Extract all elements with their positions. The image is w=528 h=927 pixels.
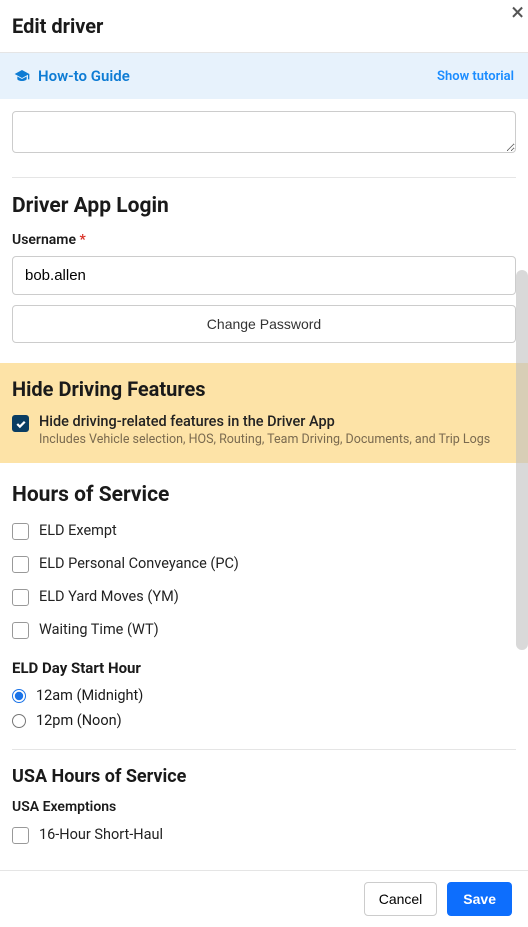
close-icon[interactable]: × — [511, 0, 524, 24]
short-haul-row: 16-Hour Short-Haul — [12, 825, 516, 844]
form-content: Driver App Login Username * Change Passw… — [0, 99, 528, 911]
usa-section-title: USA Hours of Service — [12, 766, 516, 787]
usa-exemptions-label: USA Exemptions — [12, 799, 516, 815]
radio-12pm-label: 12pm (Noon) — [36, 712, 122, 729]
graduation-cap-icon — [14, 68, 30, 84]
change-password-button[interactable]: Change Password — [12, 305, 516, 343]
cancel-button[interactable]: Cancel — [364, 882, 438, 916]
eld-ym-label: ELD Yard Moves (YM) — [39, 588, 179, 605]
eld-ym-checkbox[interactable] — [12, 589, 29, 606]
notes-textarea[interactable] — [12, 111, 516, 153]
waiting-time-checkbox[interactable] — [12, 622, 29, 639]
hide-features-checkbox[interactable] — [12, 415, 29, 432]
eld-pc-label: ELD Personal Conveyance (PC) — [39, 555, 239, 572]
radio-12am-label: 12am (Midnight) — [36, 687, 143, 704]
waiting-time-label: Waiting Time (WT) — [39, 621, 159, 638]
usa-options-list: 16-Hour Short-Haul — [12, 825, 516, 844]
eld-ym-row: ELD Yard Moves (YM) — [12, 587, 516, 606]
username-label: Username * — [12, 232, 516, 248]
eld-pc-checkbox[interactable] — [12, 556, 29, 573]
divider — [12, 177, 516, 178]
short-haul-checkbox[interactable] — [12, 827, 29, 844]
waiting-time-row: Waiting Time (WT) — [12, 620, 516, 639]
how-to-banner: How-to Guide Show tutorial — [0, 53, 528, 99]
modal-header: Edit driver × — [0, 0, 528, 53]
hide-features-body: Hide driving-related features in the Dri… — [39, 413, 490, 447]
modal-footer: Cancel Save — [0, 870, 528, 927]
eld-exempt-label: ELD Exempt — [39, 522, 117, 539]
save-button[interactable]: Save — [447, 882, 512, 916]
login-section-title: Driver App Login — [12, 194, 516, 218]
day-start-radio-list: 12am (Midnight) 12pm (Noon) — [12, 687, 516, 729]
hos-section-title: Hours of Service — [12, 483, 516, 507]
hide-features-label: Hide driving-related features in the Dri… — [39, 413, 490, 430]
banner-title: How-to Guide — [38, 67, 130, 85]
hide-features-sublabel: Includes Vehicle selection, HOS, Routing… — [39, 432, 490, 447]
divider — [12, 749, 516, 750]
eld-pc-row: ELD Personal Conveyance (PC) — [12, 554, 516, 573]
radio-12pm[interactable] — [12, 714, 26, 728]
day-start-heading: ELD Day Start Hour — [12, 659, 516, 677]
username-input[interactable] — [12, 256, 516, 295]
radio-12am-row: 12am (Midnight) — [12, 687, 516, 704]
banner-left: How-to Guide — [14, 67, 130, 85]
eld-exempt-row: ELD Exempt — [12, 521, 516, 540]
username-label-text: Username — [12, 232, 76, 248]
hide-features-title: Hide Driving Features — [12, 377, 516, 401]
show-tutorial-link[interactable]: Show tutorial — [437, 69, 514, 84]
eld-exempt-checkbox[interactable] — [12, 523, 29, 540]
required-asterisk: * — [79, 232, 85, 248]
hide-features-block: Hide Driving Features Hide driving-relat… — [0, 363, 528, 463]
short-haul-label: 16-Hour Short-Haul — [39, 826, 163, 843]
hos-options-list: ELD Exempt ELD Personal Conveyance (PC) … — [12, 521, 516, 639]
radio-12pm-row: 12pm (Noon) — [12, 712, 516, 729]
hide-features-row: Hide driving-related features in the Dri… — [12, 413, 516, 447]
scrollbar-thumb[interactable] — [516, 270, 528, 650]
radio-12am[interactable] — [12, 689, 26, 703]
page-title: Edit driver — [12, 14, 516, 38]
